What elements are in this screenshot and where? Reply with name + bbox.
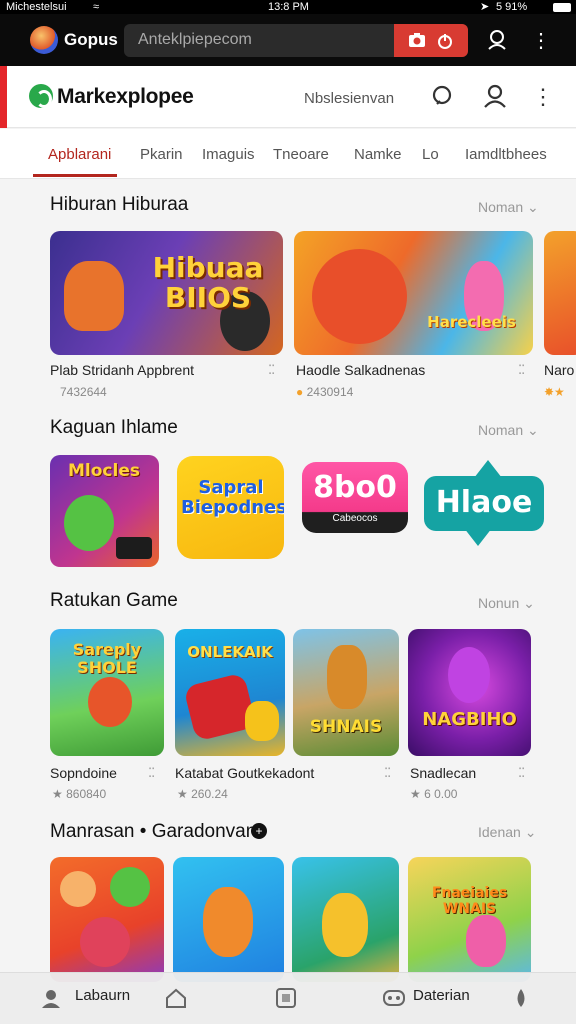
- brand-name[interactable]: Markexplopee: [57, 85, 194, 109]
- navigation-icon: ➤: [480, 1, 490, 13]
- url-text[interactable]: Anteklpiepecom: [138, 31, 252, 49]
- card-menu-icon[interactable]: ⁚⁚: [518, 362, 525, 378]
- battery-label: 5 91%: [496, 1, 528, 13]
- card-rating: ★ 260.24: [177, 787, 228, 801]
- app-card-image[interactable]: [544, 231, 576, 355]
- tile-art-text: Sapral Biepodnes: [181, 477, 284, 518]
- card-menu-icon[interactable]: ⁚⁚: [518, 765, 525, 781]
- tab-4[interactable]: Tneoare: [273, 146, 329, 163]
- wifi-icon: ≈: [93, 1, 100, 13]
- card-title[interactable]: Naro: [544, 362, 574, 378]
- rating-stars-icon: ✸★: [544, 385, 565, 399]
- card-art-text: Hibuaa BIIOS: [152, 251, 264, 314]
- coin-icon: ●: [296, 385, 304, 399]
- accent-bar: [0, 66, 7, 128]
- card-downloads: ● 2430914: [296, 385, 354, 399]
- card-art-text: NAGBIHO: [422, 709, 517, 730]
- tab-5[interactable]: Namke: [354, 146, 402, 163]
- section-more-link[interactable]: Noman ⌄: [478, 422, 539, 439]
- site-favicon[interactable]: [30, 26, 58, 54]
- camera-icon[interactable]: [408, 32, 426, 49]
- tile-art-text: Hlaoe: [435, 485, 533, 520]
- header-link[interactable]: Nbslesienvan: [304, 90, 394, 107]
- more-vert-icon[interactable]: ⋮: [528, 28, 554, 54]
- card-title[interactable]: Sopndoine: [50, 765, 117, 781]
- card-title[interactable]: Haodle Salkadnenas: [296, 362, 425, 378]
- clock: 13:8 PM: [268, 1, 309, 13]
- card-title[interactable]: Snadlecan: [410, 765, 476, 781]
- square-icon[interactable]: [275, 987, 297, 1009]
- speech-tail-icon: [464, 528, 492, 546]
- section-more-link[interactable]: Noman ⌄: [478, 199, 539, 216]
- tab-6[interactable]: Lo: [422, 146, 439, 163]
- card-menu-icon[interactable]: ⁚⁚: [268, 362, 275, 378]
- bottom-navigation: Labaurn Daterian: [0, 972, 576, 1024]
- status-bar: Michestelsui ≈ 13:8 PM ➤ 5 91%: [0, 0, 576, 14]
- game-card-image[interactable]: ONLEKAIK: [175, 629, 285, 756]
- active-tab-indicator: [33, 174, 117, 177]
- game-card-image[interactable]: NAGBIHO: [408, 629, 531, 756]
- card-art-text: ONLEKAIK: [187, 643, 273, 661]
- card-title[interactable]: Katabat Goutkekadont: [175, 765, 314, 781]
- user-icon[interactable]: [482, 84, 508, 110]
- tile-art-text: Mlocles: [68, 461, 140, 481]
- card-art-text: Sareply SHOLE: [72, 640, 142, 677]
- app-icon-tile[interactable]: Mlocles: [50, 455, 159, 567]
- card-menu-icon[interactable]: ⁚⁚: [384, 765, 391, 781]
- brand-logo-icon[interactable]: [29, 84, 53, 108]
- card-menu-icon[interactable]: ⁚⁚: [148, 765, 155, 781]
- section-title: Kaguan Ihlame: [50, 417, 178, 438]
- profile-icon[interactable]: [484, 28, 510, 54]
- section-title: Manrasan • Garadonvan: [50, 821, 257, 842]
- tab-2[interactable]: Pkarin: [140, 146, 183, 163]
- url-actions: [394, 24, 468, 57]
- section-title: Hiburan Hiburaa: [50, 194, 189, 215]
- tile-sub-text: Cabeocos: [332, 513, 378, 524]
- app-card-image[interactable]: Hibuaa BIIOS: [50, 231, 283, 355]
- game-card-image[interactable]: [50, 857, 164, 982]
- nav-item-label[interactable]: Labaurn: [75, 987, 130, 1004]
- app-header: Markexplopee Nbslesienvan ⋮: [0, 66, 576, 128]
- game-card-image[interactable]: [292, 857, 399, 982]
- tile-art-text: 8bo0: [313, 470, 397, 505]
- category-tabs: Apblarani Pkarin Imaguis Tneoare Namke L…: [0, 129, 576, 179]
- card-rating: ★ 6 0.00: [410, 787, 458, 801]
- card-rating: ★ 860840: [52, 787, 107, 801]
- app-icon-tile[interactable]: Hlaoe: [424, 460, 544, 546]
- app-icon-tile[interactable]: 8bo0 Cabeocos: [302, 462, 408, 533]
- carrier-label: Michestelsui: [6, 1, 67, 13]
- section-more-link[interactable]: Idenan ⌄: [478, 824, 536, 841]
- browser-tab-title[interactable]: Gopus: [64, 28, 118, 52]
- search-icon[interactable]: [430, 84, 456, 110]
- app-card-image[interactable]: Harecleeis: [294, 231, 533, 355]
- card-title[interactable]: Plab Stridanh Appbrent: [50, 362, 194, 378]
- drop-icon[interactable]: [510, 987, 532, 1009]
- robot-icon[interactable]: [382, 987, 405, 1009]
- card-downloads: 7432644: [60, 385, 107, 399]
- card-art-text: SHNAIS: [309, 717, 383, 737]
- more-vert-icon[interactable]: ⋮: [530, 84, 556, 110]
- game-card-image[interactable]: Fnaeiaies WNAIS: [408, 857, 531, 982]
- card-art-text: Harecleeis: [427, 313, 516, 331]
- browser-toolbar: Gopus Anteklpiepecom ⋮: [0, 14, 576, 66]
- address-bar[interactable]: Anteklpiepecom: [124, 24, 468, 57]
- app-icon-tile[interactable]: Sapral Biepodnes: [177, 456, 284, 559]
- section-title: Ratukan Game: [50, 590, 178, 611]
- game-card-image[interactable]: Sareply SHOLE: [50, 629, 164, 756]
- power-icon[interactable]: [436, 32, 454, 49]
- card-art-text: Fnaeiaies WNAIS: [431, 885, 508, 917]
- game-card-image[interactable]: SHNAIS: [293, 629, 399, 756]
- home-icon[interactable]: [165, 987, 187, 1009]
- info-icon[interactable]: +: [251, 823, 267, 839]
- tab-3[interactable]: Imaguis: [202, 146, 255, 163]
- speech-tail-icon: [474, 460, 502, 478]
- nav-item-label[interactable]: Daterian: [413, 987, 470, 1004]
- profile-icon[interactable]: [40, 987, 62, 1009]
- tab-apps[interactable]: Apblarani: [48, 146, 111, 163]
- tab-7[interactable]: Iamdltbhees: [465, 146, 547, 163]
- battery-icon: [553, 3, 571, 12]
- section-more-link[interactable]: Nonun ⌄: [478, 595, 535, 612]
- game-card-image[interactable]: [173, 857, 284, 982]
